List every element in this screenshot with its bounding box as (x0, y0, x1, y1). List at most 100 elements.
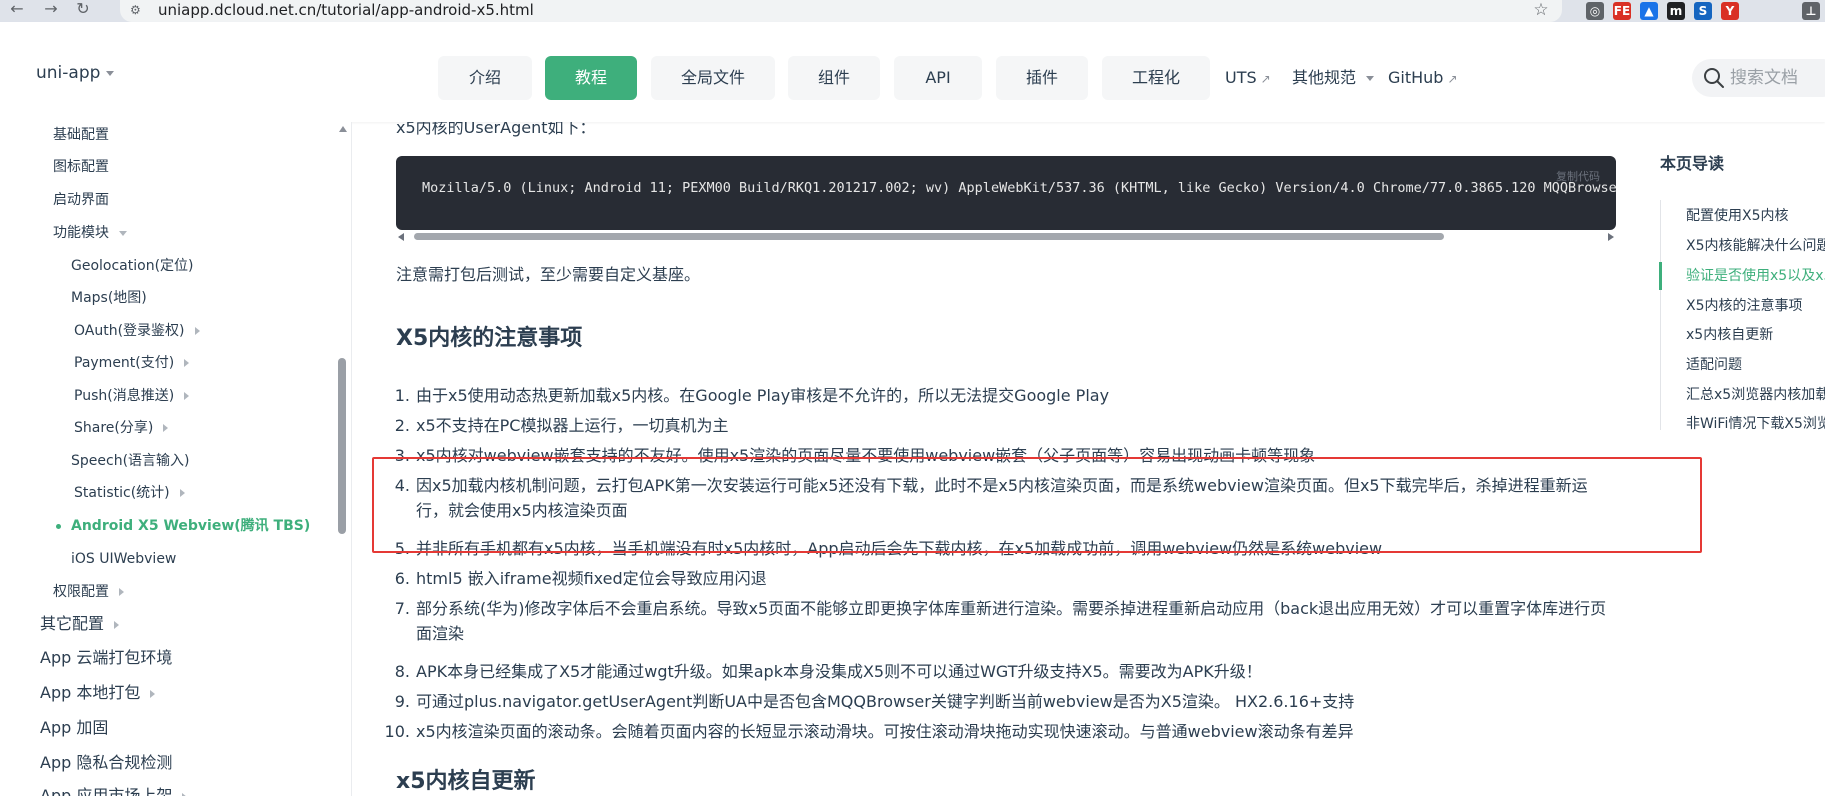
code-block: 复制代码 Mozilla/5.0 (Linux; Android 11; PEX… (396, 156, 1616, 230)
search-box[interactable]: 搜索文档 (1692, 59, 1825, 97)
sidebar-item[interactable]: Maps(地图) (71, 288, 147, 308)
nav-tutorial[interactable]: 教程 (545, 56, 637, 100)
sidebar-item[interactable]: App 加固 (40, 718, 108, 738)
sidebar-item-label: 图标配置 (53, 159, 109, 175)
sidebar-item[interactable]: App 云端打包环境 (40, 648, 172, 668)
sidebar-item[interactable]: Geolocation(定位) (71, 256, 194, 276)
address-bar[interactable]: ⚙ uniapp.dcloud.net.cn/tutorial/app-andr… (120, 0, 1562, 22)
reload-icon[interactable]: ↻ (72, 0, 94, 22)
sidebar-item-label: 其它配置 (40, 614, 105, 633)
sidebar-item-label: 权限配置 (53, 584, 109, 600)
chevron-down-icon (1366, 76, 1375, 81)
forward-icon[interactable]: → (40, 0, 62, 22)
sidebar-item[interactable]: App 隐私合规检测 (40, 753, 172, 773)
sidebar-item[interactable]: OAuth(登录鉴权) (74, 321, 200, 341)
sidebar-item[interactable]: 权限配置 (53, 582, 124, 602)
extension-chrome-icon[interactable]: ◎ (1586, 2, 1604, 20)
sidebar-item-label: iOS UIWebview (71, 551, 177, 567)
chevron-right-icon (163, 424, 169, 432)
toc-item[interactable]: 非WiFi情况下载X5浏览器内核 (1686, 414, 1825, 434)
sidebar-item-label: App 加固 (40, 718, 109, 737)
chevron-right-icon (179, 489, 185, 497)
nav-uts-link[interactable]: UTS ↗ (1225, 67, 1271, 90)
browser-toolbar: ← → ↻ ⚙ uniapp.dcloud.net.cn/tutorial/ap… (0, 0, 1825, 22)
code-horizontal-scrollbar[interactable] (396, 230, 1616, 242)
nav-github-link[interactable]: GitHub ↗ (1388, 67, 1458, 90)
sidebar-item[interactable]: 功能模块 (53, 223, 127, 243)
nav-github-label: GitHub (1388, 68, 1444, 87)
list-item-number: 9. (394, 692, 410, 711)
sidebar-item-label: App 本地打包 (40, 683, 141, 702)
sidebar-item[interactable]: Share(分享) (74, 418, 169, 438)
site-navbar: uni-app 介绍 教程 全局文件 组件 API 插件 工程化 UTS ↗ 其他… (0, 22, 1825, 122)
sidebar-item[interactable]: iOS UIWebview (71, 549, 176, 569)
list-item-text: 部分系统(华为)修改字体后不会重启系统。导致x5页面不能够立即更换字体库重新进行… (416, 599, 1607, 643)
scroll-right-arrow-icon[interactable] (1608, 233, 1614, 241)
sidebar-item-label: Maps(地图) (71, 290, 147, 306)
toc-title: 本页导读 (1660, 154, 1725, 173)
highlight-annotation-box (372, 457, 1702, 553)
toc-item[interactable]: X5内核的注意事项 (1686, 296, 1803, 316)
nav-intro[interactable]: 介绍 (438, 56, 532, 100)
extension-fe-icon[interactable]: FE (1613, 2, 1631, 20)
toc-active-indicator (1659, 262, 1662, 290)
sidebar-item[interactable]: Speech(语言输入) (71, 451, 190, 471)
code-scroll-thumb[interactable] (414, 233, 1444, 240)
sidebar-item[interactable]: App 本地打包 (40, 683, 156, 703)
sidebar-item[interactable]: Android X5 Webview(腾讯 TBS) (71, 516, 310, 536)
scroll-up-arrow-icon[interactable] (339, 126, 347, 132)
sidebar-item[interactable]: 其它配置 (40, 614, 120, 634)
chevron-right-icon (184, 392, 190, 400)
list-item-number: 2. (394, 416, 410, 435)
toc-item[interactable]: 汇总x5浏览器内核加载问题 (1686, 385, 1825, 405)
sidebar-item-label: Payment(支付) (74, 355, 175, 371)
sidebar-item[interactable]: Push(消息推送) (74, 386, 190, 406)
sidebar: 基础配置图标配置启动界面功能模块 Geolocation(定位) Maps(地图) O… (0, 122, 352, 796)
nav-global-files[interactable]: 全局文件 (651, 56, 775, 100)
bookmark-star-icon[interactable]: ☆ (1530, 0, 1552, 22)
sidebar-item[interactable]: 启动界面 (53, 190, 109, 210)
scroll-left-arrow-icon[interactable] (398, 233, 404, 241)
external-link-icon: ↗ (1260, 72, 1271, 86)
list-item-number: 7. (394, 599, 410, 618)
search-placeholder[interactable]: 搜索文档 (1730, 67, 1798, 89)
site-settings-icon[interactable]: ⚙ (130, 2, 146, 18)
toc-item[interactable]: X5内核能解决什么问题 (1686, 236, 1825, 256)
chevron-right-icon (114, 620, 120, 629)
sidebar-item[interactable]: Statistic(统计) (74, 483, 185, 503)
section-heading: X5内核的注意事项 (396, 326, 583, 351)
toc-item[interactable]: x5内核自更新 (1686, 325, 1773, 345)
section-heading-2: x5内核自更新 (396, 769, 536, 794)
chevron-right-icon (150, 689, 156, 698)
sidebar-scroll-thumb[interactable] (338, 358, 346, 534)
url-text[interactable]: uniapp.dcloud.net.cn/tutorial/app-androi… (158, 1, 534, 19)
list-item-text: APK本身已经集成了X5才能通过wgt升级。如果apk本身没集成X5则不可以通过… (416, 662, 1262, 681)
sidebar-item-label: OAuth(登录鉴权) (74, 323, 185, 339)
brand-dropdown[interactable]: uni-app (36, 63, 115, 83)
sidebar-item[interactable]: App 应用市场上架 (40, 786, 188, 796)
nav-api[interactable]: API (894, 56, 982, 100)
sidebar-item[interactable]: 基础配置 (53, 125, 109, 145)
sidebar-item-label: Geolocation(定位) (71, 258, 194, 274)
extension-a-icon[interactable]: ▲ (1640, 2, 1658, 20)
sidebar-item[interactable]: Payment(支付) (74, 353, 190, 373)
sidebar-item-label: Android X5 Webview(腾讯 TBS) (71, 518, 311, 534)
sidebar-item-label: 功能模块 (53, 225, 109, 241)
sidebar-item-label: App 云端打包环境 (40, 648, 173, 667)
sidebar-item[interactable]: 图标配置 (53, 157, 109, 177)
extension-m-icon[interactable]: m (1667, 2, 1685, 20)
toc-item[interactable]: 适配问题 (1686, 355, 1742, 375)
code-text: Mozilla/5.0 (Linux; Android 11; PEXM00 B… (422, 180, 1616, 196)
toc-item[interactable]: 配置使用X5内核 (1686, 206, 1789, 226)
nav-engineering[interactable]: 工程化 (1102, 56, 1210, 100)
toc-item[interactable]: 验证是否使用x5以及x5版本 (1686, 266, 1825, 286)
back-icon[interactable]: ← (6, 0, 28, 22)
extension-s-icon[interactable]: S (1694, 2, 1712, 20)
extension-pin-icon[interactable]: ⊥ (1802, 2, 1820, 20)
extension-y-icon[interactable]: Y (1721, 2, 1739, 20)
nav-components[interactable]: 组件 (788, 56, 880, 100)
nav-other-specs-dropdown[interactable]: 其他规范 (1292, 67, 1375, 89)
sidebar-item-label: Share(分享) (74, 420, 154, 436)
nav-plugins[interactable]: 插件 (996, 56, 1088, 100)
sidebar-item-label: 启动界面 (53, 192, 109, 208)
